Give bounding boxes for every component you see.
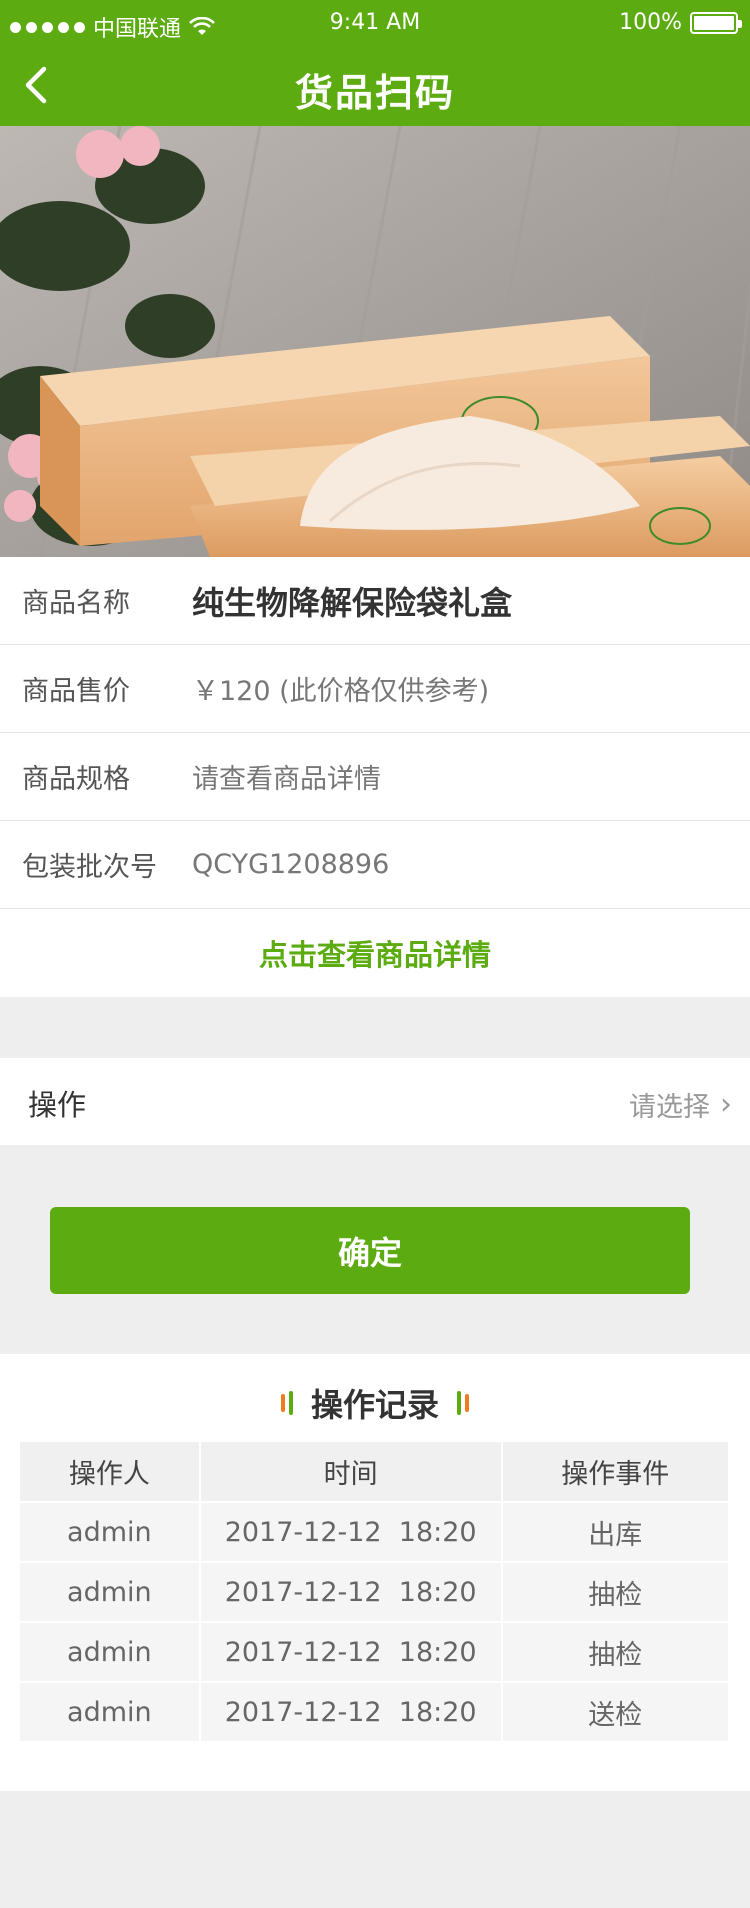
product-name-row: 商品名称 纯生物降解保险袋礼盒 (0, 557, 750, 645)
view-details-link[interactable]: 点击查看商品详情 (0, 909, 750, 997)
cell-operator: admin (20, 1682, 201, 1743)
chevron-right-icon: › (720, 1087, 732, 1122)
cell-event: 出库 (501, 1502, 731, 1563)
nav-bar: 货品扫码 (0, 44, 750, 126)
cell-time: 2017-12-12 18:20 (199, 1502, 503, 1563)
table-row: admin 2017-12-12 18:20 抽检 (20, 1622, 731, 1683)
product-batch-row: 包装批次号 QCYG1208896 (0, 821, 750, 909)
confirm-button[interactable]: 确定 (50, 1207, 690, 1294)
records-header: 操作记录 (0, 1380, 750, 1426)
product-price-row: 商品售价 ￥120 (此价格仅供参考) (0, 645, 750, 733)
cell-time: 2017-12-12 18:20 (199, 1622, 503, 1683)
product-name-value: 纯生物降解保险袋礼盒 (192, 583, 513, 622)
operation-records: 操作记录 操作人 时间 操作事件 admin 2017-12-12 18:20 … (0, 1354, 750, 1791)
cell-time: 2017-12-12 18:20 (199, 1682, 503, 1743)
product-batch-value: QCYG1208896 (192, 849, 390, 880)
cell-time: 2017-12-12 18:20 (199, 1562, 503, 1623)
cell-operator: admin (20, 1502, 201, 1563)
product-image (0, 126, 750, 557)
product-spec-row: 商品规格 请查看商品详情 (0, 733, 750, 821)
product-batch-label: 包装批次号 (22, 852, 157, 883)
product-price-value: ￥120 (此价格仅供参考) (192, 676, 490, 707)
operation-label: 操作 (28, 1088, 87, 1122)
table-row: admin 2017-12-12 18:20 送检 (20, 1682, 731, 1743)
column-header-time: 时间 (199, 1442, 503, 1503)
table-row: admin 2017-12-12 18:20 出库 (20, 1502, 731, 1563)
cell-operator: admin (20, 1562, 201, 1623)
product-price-label: 商品售价 (22, 676, 130, 707)
operation-select-row[interactable]: 操作 请选择 › (0, 1058, 750, 1145)
column-header-event: 操作事件 (501, 1442, 731, 1503)
operation-placeholder: 请选择 (629, 1092, 710, 1123)
product-spec-value: 请查看商品详情 (192, 764, 381, 795)
operation-select[interactable]: 请选择 › (629, 1085, 732, 1124)
product-photo (0, 126, 750, 557)
status-bar: 中国联通 9:41 AM 100% (0, 0, 750, 44)
table-header-row: 操作人 时间 操作事件 (20, 1442, 731, 1503)
cell-event: 送检 (501, 1682, 731, 1743)
records-title: 操作记录 (310, 1386, 439, 1424)
column-header-operator: 操作人 (20, 1442, 201, 1503)
product-spec-label: 商品规格 (22, 764, 130, 795)
product-name-label: 商品名称 (22, 588, 130, 619)
cell-operator: admin (20, 1622, 201, 1683)
title-accent-icon (457, 1391, 469, 1415)
battery-icon (690, 11, 742, 34)
product-info: 商品名称 纯生物降解保险袋礼盒 商品售价 ￥120 (此价格仅供参考) 商品规格… (0, 557, 750, 997)
records-table: 操作人 时间 操作事件 admin 2017-12-12 18:20 出库 ad… (20, 1442, 731, 1743)
page-title: 货品扫码 (294, 71, 455, 115)
table-row: admin 2017-12-12 18:20 抽检 (20, 1562, 731, 1623)
cell-event: 抽检 (501, 1562, 731, 1623)
status-right: 100% (619, 10, 742, 35)
cell-event: 抽检 (501, 1622, 731, 1683)
title-accent-icon (280, 1391, 293, 1415)
app-header: 中国联通 9:41 AM 100% 货品扫码 (0, 0, 750, 126)
battery-percent: 100% (619, 10, 682, 35)
